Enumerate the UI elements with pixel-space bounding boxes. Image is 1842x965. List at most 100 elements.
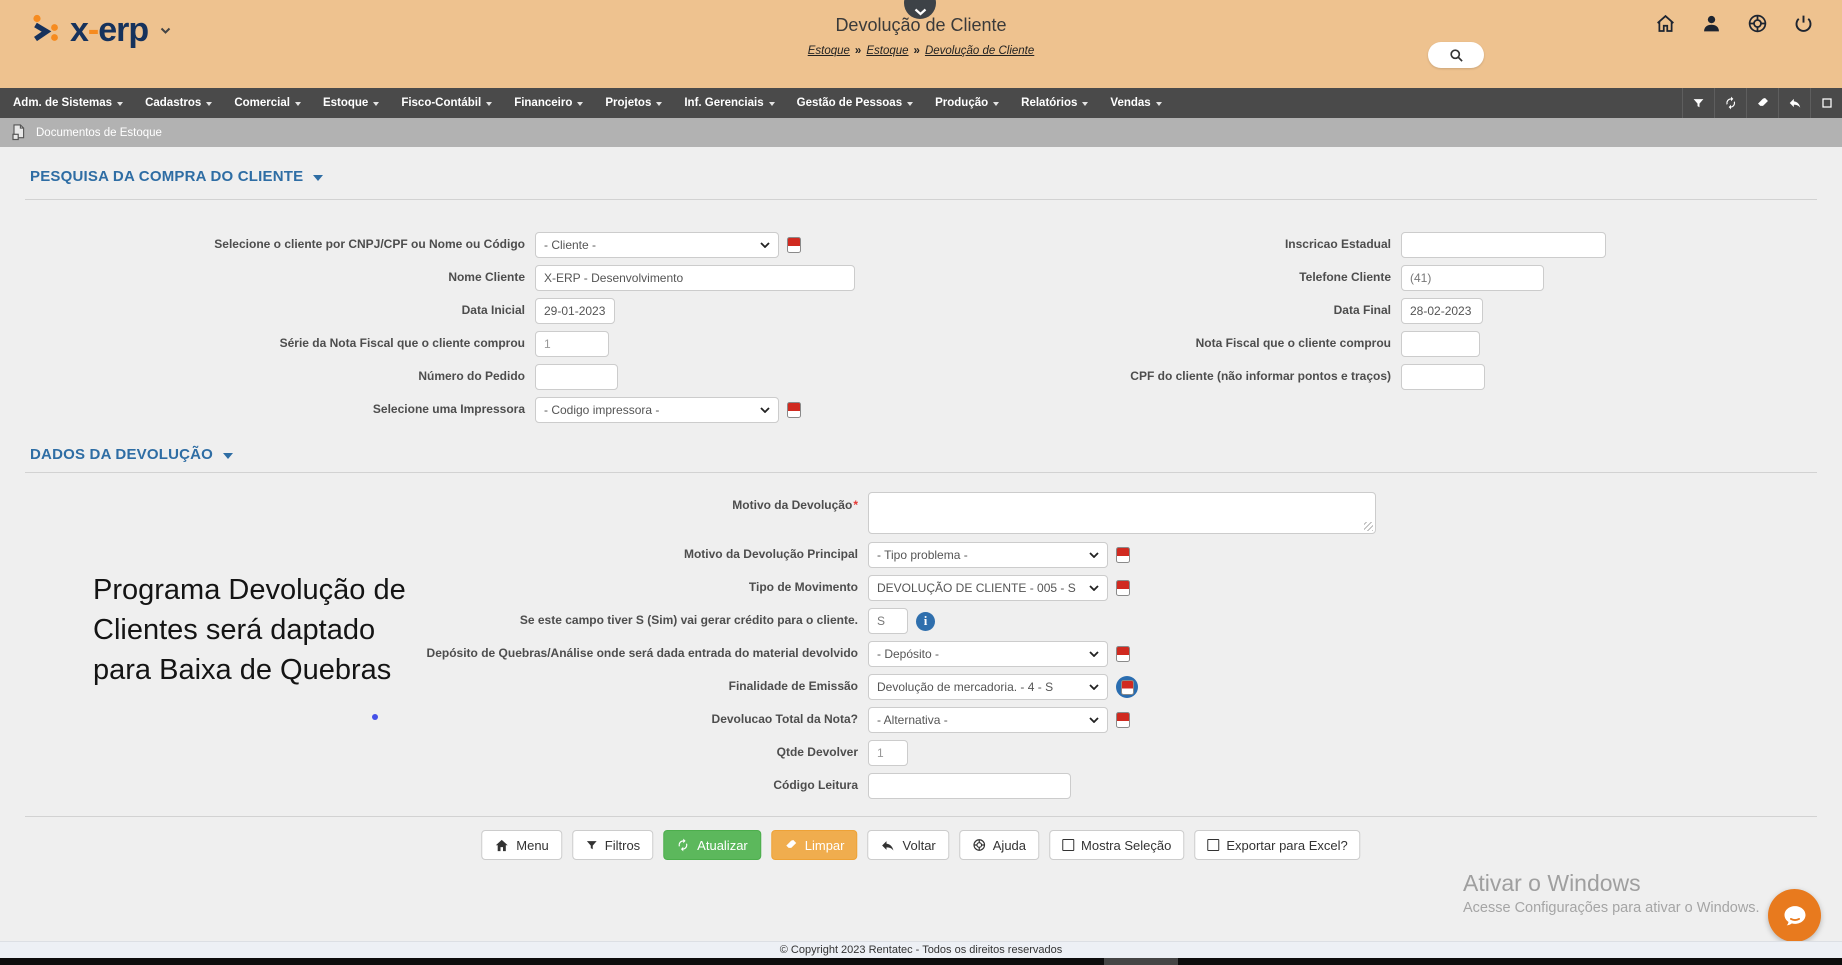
finalidade-emissao-select[interactable]: Devolução de mercadoria. - 4 - S xyxy=(868,674,1108,700)
menu-item-produ-o[interactable]: Produção xyxy=(924,88,1010,118)
menu-button[interactable]: Menu xyxy=(481,830,562,860)
field-label: Devolucao Total da Nota? xyxy=(0,713,868,727)
eraser-icon[interactable] xyxy=(1746,88,1778,118)
cpf-cliente-input[interactable] xyxy=(1401,364,1485,390)
select-chevron-icon xyxy=(760,407,770,413)
tipo-movimento-select[interactable]: DEVOLUÇÃO DE CLIENTE - 005 - S xyxy=(868,575,1108,601)
select-chevron-icon xyxy=(1089,552,1099,558)
menu-item-projetos[interactable]: Projetos xyxy=(594,88,673,118)
lookup-modal-icon xyxy=(1121,680,1134,695)
search-form-left: Selecione o cliente por CNPJ/CPF ou Nome… xyxy=(0,232,855,430)
lookup-modal-highlight[interactable] xyxy=(1116,676,1138,698)
telefone-cliente-input[interactable] xyxy=(1401,265,1544,291)
data-inicial-input[interactable] xyxy=(535,298,615,324)
menu-item-gest-o-de-pessoas[interactable]: Gestão de Pessoas xyxy=(786,88,924,118)
cliente-select[interactable]: - Cliente - xyxy=(535,232,779,258)
data-final-input[interactable] xyxy=(1401,298,1483,324)
menu-item-fisco-cont-bil[interactable]: Fisco-Contábil xyxy=(390,88,503,118)
atualizar-button[interactable]: Atualizar xyxy=(663,830,761,860)
bottom-edge-segment xyxy=(1104,958,1178,965)
voltar-button[interactable]: Voltar xyxy=(868,830,949,860)
codigo-leitura-input[interactable] xyxy=(868,773,1071,799)
menubar-items: Adm. de Sistemas Cadastros Comercial Est… xyxy=(2,88,1173,118)
menu-item-relat-rios[interactable]: Relatórios xyxy=(1010,88,1099,118)
section-devolucao-header[interactable]: DADOS DA DEVOLUÇÃO xyxy=(30,446,233,463)
field-label: Telefone Cliente xyxy=(875,271,1401,285)
deposito-select[interactable]: - Depósito - xyxy=(868,641,1108,667)
form-row: Qtde Devolver xyxy=(0,740,1376,766)
menu-item-vendas[interactable]: Vendas xyxy=(1099,88,1172,118)
required-mark: * xyxy=(853,498,858,512)
filtros-button[interactable]: Filtros xyxy=(572,830,653,860)
numero-pedido-input[interactable] xyxy=(535,364,618,390)
lookup-modal-icon[interactable] xyxy=(1116,547,1130,563)
copyright-text: © Copyright 2023 Rentatec - Todos os dir… xyxy=(780,944,1062,956)
menu-item-inf-gerenciais[interactable]: Inf. Gerenciais xyxy=(673,88,785,118)
power-icon[interactable] xyxy=(1792,12,1814,34)
menu-item-adm-de-sistemas[interactable]: Adm. de Sistemas xyxy=(2,88,134,118)
breadcrumb-separator: » xyxy=(909,45,925,57)
gerar-credito-input[interactable] xyxy=(868,608,908,634)
menu-item-estoque[interactable]: Estoque xyxy=(312,88,390,118)
select-chevron-icon xyxy=(1089,651,1099,657)
lookup-modal-icon[interactable] xyxy=(787,237,801,253)
refresh-icon[interactable] xyxy=(1714,88,1746,118)
form-row: Série da Nota Fiscal que o cliente compr… xyxy=(0,331,855,357)
lookup-modal-icon[interactable] xyxy=(1116,712,1130,728)
breadcrumb-link-estoque-1[interactable]: Estoque xyxy=(808,45,850,57)
limpar-button[interactable]: Limpar xyxy=(771,830,858,860)
ajuda-button[interactable]: Ajuda xyxy=(959,830,1039,860)
exportar-excel-button[interactable]: Exportar para Excel? xyxy=(1194,830,1360,860)
menu-item-comercial[interactable]: Comercial xyxy=(223,88,312,118)
help-lifebuoy-icon[interactable] xyxy=(1746,12,1768,34)
home-icon[interactable] xyxy=(1654,12,1676,34)
undo-icon[interactable] xyxy=(1778,88,1810,118)
inscricao-estadual-input[interactable] xyxy=(1401,232,1606,258)
select-chevron-icon xyxy=(760,242,770,248)
motivo-principal-select[interactable]: - Tipo problema - xyxy=(868,542,1108,568)
chevron-down-icon xyxy=(295,102,301,106)
form-row: Motivo da Devolução* xyxy=(0,492,1376,534)
caret-down-icon xyxy=(223,453,233,459)
pathbar: Documentos de Estoque xyxy=(0,118,1842,147)
pathbar-label[interactable]: Documentos de Estoque xyxy=(36,127,162,139)
mostra-selecao-button[interactable]: Mostra Seleção xyxy=(1049,830,1184,860)
page-title: Devolução de Cliente xyxy=(0,15,1842,36)
undo-icon xyxy=(881,838,896,853)
menu-item-financeiro[interactable]: Financeiro xyxy=(503,88,594,118)
breadcrumb-link-devolucao[interactable]: Devolução de Cliente xyxy=(925,45,1034,57)
form-row: Nome Cliente xyxy=(0,265,855,291)
nota-fiscal-input[interactable] xyxy=(1401,331,1480,357)
nome-cliente-input[interactable] xyxy=(535,265,855,291)
section-devolucao-title: DADOS DA DEVOLUÇÃO xyxy=(30,446,213,463)
chat-fab-button[interactable] xyxy=(1768,889,1821,942)
form-row: Inscricao Estadual xyxy=(875,232,1606,258)
lookup-modal-icon[interactable] xyxy=(1116,580,1130,596)
window-icon[interactable] xyxy=(1810,88,1842,118)
menu-item-cadastros[interactable]: Cadastros xyxy=(134,88,223,118)
chevron-down-icon xyxy=(373,102,379,106)
refresh-icon xyxy=(676,838,690,852)
form-row: Selecione o cliente por CNPJ/CPF ou Nome… xyxy=(0,232,855,258)
chevron-down-icon xyxy=(769,102,775,106)
section-pesquisa-header[interactable]: PESQUISA DA COMPRA DO CLIENTE xyxy=(30,168,323,185)
footer: © Copyright 2023 Rentatec - Todos os dir… xyxy=(0,941,1842,958)
form-row: Selecione uma Impressora - Codigo impres… xyxy=(0,397,855,423)
motivo-devolucao-textarea[interactable] xyxy=(868,492,1376,534)
form-row: Motivo da Devolução Principal - Tipo pro… xyxy=(0,542,1376,568)
lookup-modal-icon[interactable] xyxy=(1116,646,1130,662)
qtde-devolver-input[interactable] xyxy=(868,740,908,766)
breadcrumb: Estoque»Estoque»Devolução de Cliente xyxy=(0,45,1842,57)
field-label: Série da Nota Fiscal que o cliente compr… xyxy=(0,337,535,351)
devolucao-total-select[interactable]: - Alternativa - xyxy=(868,707,1108,733)
filter-icon[interactable] xyxy=(1682,88,1714,118)
impressora-select[interactable]: - Codigo impressora - xyxy=(535,397,779,423)
search-button[interactable] xyxy=(1428,42,1484,68)
user-icon[interactable] xyxy=(1700,12,1722,34)
breadcrumb-link-estoque-2[interactable]: Estoque xyxy=(866,45,908,57)
serie-nota-fiscal-input[interactable] xyxy=(535,331,609,357)
bottom-edge-bar xyxy=(0,958,1842,965)
lookup-modal-icon[interactable] xyxy=(787,402,801,418)
field-label: Qtde Devolver xyxy=(0,746,868,760)
info-icon[interactable]: i xyxy=(916,612,935,631)
